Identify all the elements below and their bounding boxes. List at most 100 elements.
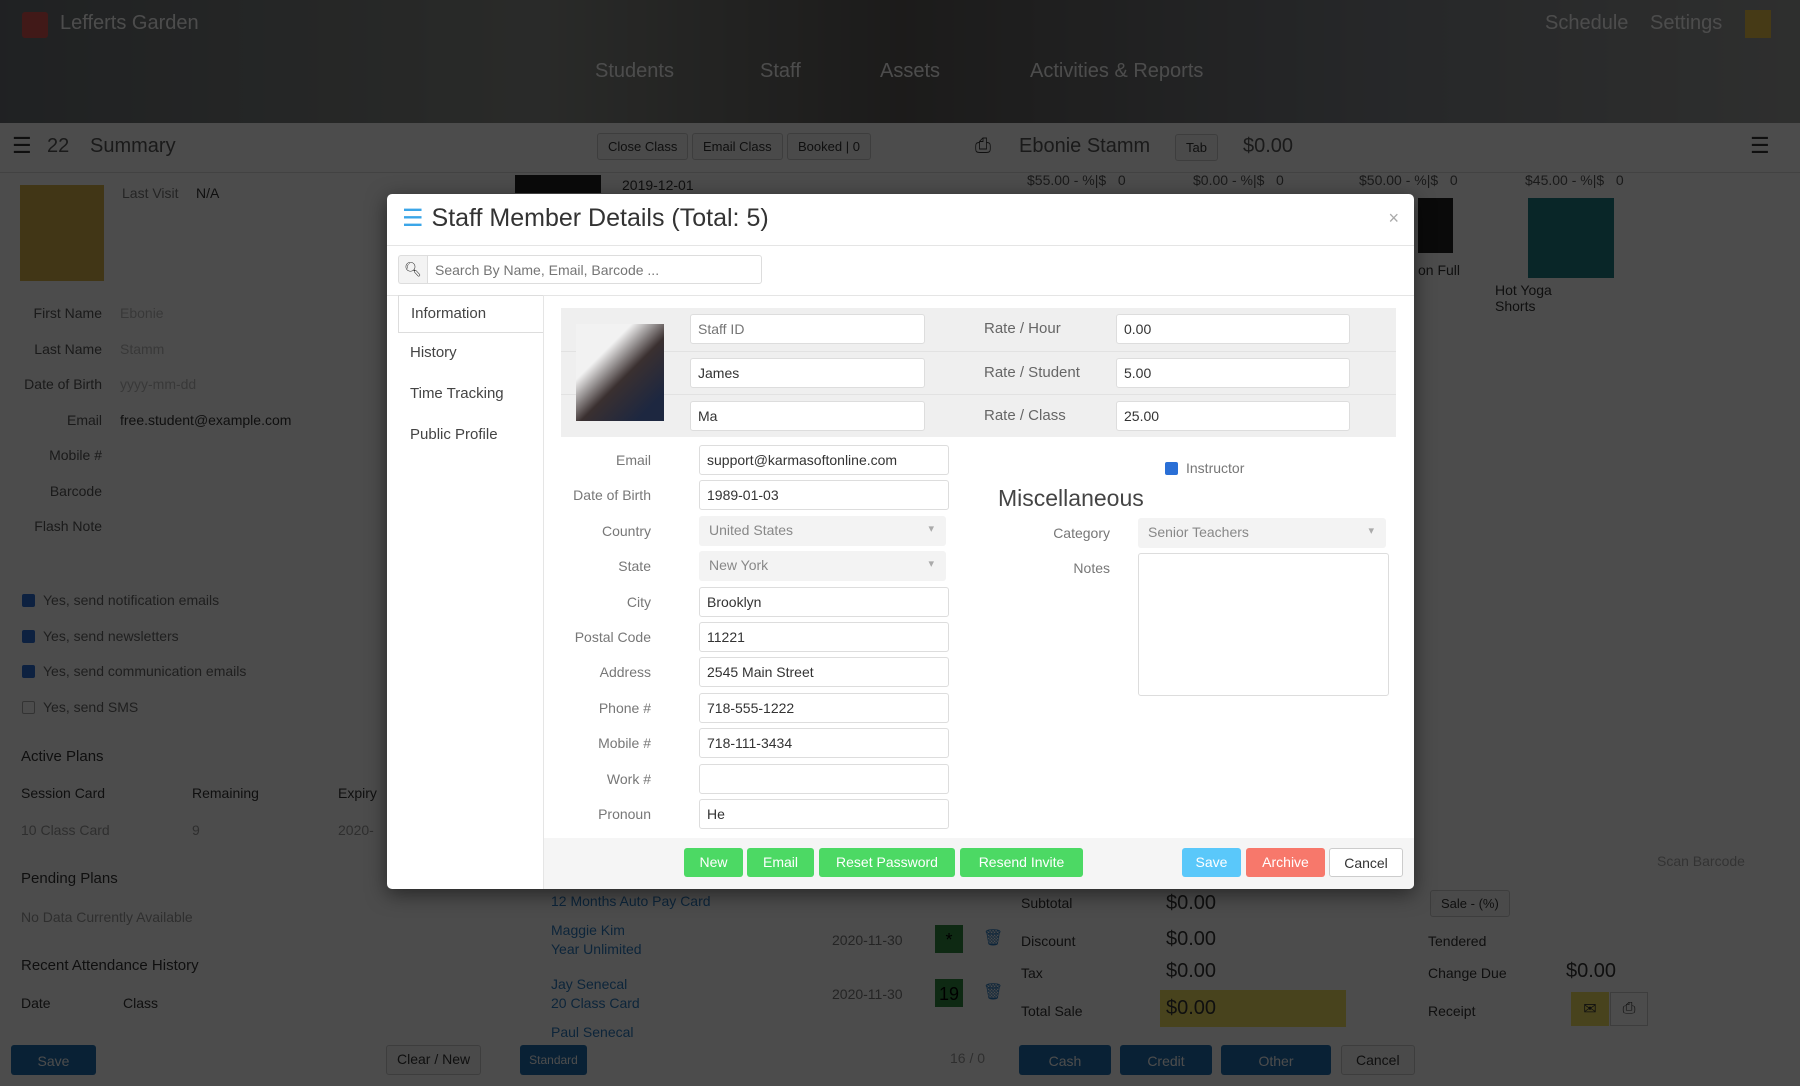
category-label: Category: [1053, 525, 1110, 541]
resend-invite-button[interactable]: Resend Invite: [960, 848, 1083, 877]
work-input[interactable]: [699, 763, 949, 794]
price-item[interactable]: $50.00 - %|$ 0: [1359, 172, 1458, 188]
scan-barcode-input[interactable]: Scan Barcode: [1657, 853, 1745, 869]
print-icon[interactable]: ⎙: [975, 135, 991, 158]
staff-search-input[interactable]: [427, 255, 762, 284]
category-select[interactable]: Senior Teachers: [1138, 518, 1386, 548]
price-item[interactable]: $55.00 - %|$ 0: [1027, 172, 1126, 188]
instructor-checkbox[interactable]: Instructor: [1165, 460, 1244, 476]
pos-cancel-button[interactable]: Cancel: [1341, 1045, 1415, 1075]
mobile-input[interactable]: 718-111-3434: [699, 728, 949, 759]
class-list-name[interactable]: Paul Senecal: [551, 1024, 634, 1040]
staff-id-input[interactable]: [690, 314, 925, 344]
first-name-input[interactable]: James: [690, 358, 925, 388]
last-name-input[interactable]: Ma: [690, 401, 925, 431]
close-icon[interactable]: ×: [1388, 208, 1399, 229]
checkbox-icon[interactable]: [22, 594, 35, 607]
remaining-badge[interactable]: *: [935, 925, 963, 953]
class-list-name[interactable]: Jay Senecal: [551, 976, 627, 992]
location-dropdown[interactable]: Lefferts Garden: [60, 12, 199, 35]
date-of-birth-input[interactable]: 1989-01-03: [699, 480, 949, 511]
menu-icon[interactable]: ☰: [12, 133, 32, 159]
rate-input[interactable]: 0.00: [1116, 314, 1350, 344]
email-class-button[interactable]: Email Class: [692, 133, 783, 160]
class-list-plan[interactable]: Year Unlimited: [551, 941, 642, 957]
user-avatar[interactable]: [1745, 10, 1771, 38]
last-visit-value: N/A: [196, 185, 220, 201]
field-label: Postal Code: [574, 629, 651, 645]
product-name[interactable]: on Full: [1418, 262, 1460, 278]
sale-percent-button[interactable]: Sale - (%): [1430, 890, 1510, 917]
nav-assets[interactable]: Assets: [880, 60, 940, 83]
rate-input[interactable]: 5.00: [1116, 357, 1350, 388]
rate-input[interactable]: 25.00: [1116, 401, 1350, 431]
cancel-button[interactable]: Cancel: [1329, 848, 1403, 877]
other-button[interactable]: Other: [1221, 1045, 1331, 1075]
close-class-button[interactable]: Close Class: [597, 133, 689, 160]
nav-activities-reports[interactable]: Activities & Reports: [1030, 60, 1203, 83]
price-item[interactable]: $0.00 - %|$ 0: [1193, 172, 1284, 188]
plan-cell: 10 Class Card: [21, 822, 110, 838]
nav-students[interactable]: Students: [595, 60, 674, 83]
pronoun-input[interactable]: He: [699, 799, 949, 829]
menu-right-icon[interactable]: ☰: [1750, 133, 1770, 159]
product-image[interactable]: [1528, 198, 1614, 278]
standard-button[interactable]: Standard: [520, 1045, 587, 1075]
tab-history[interactable]: History: [398, 335, 543, 373]
student-field-value[interactable]: Stamm: [120, 341, 164, 357]
class-list-plan[interactable]: 20 Class Card: [551, 995, 640, 1011]
checkbox-icon[interactable]: [22, 700, 35, 714]
checkbox-icon[interactable]: [22, 665, 35, 678]
settings-dropdown[interactable]: Settings: [1650, 12, 1722, 35]
tab-time-tracking[interactable]: Time Tracking: [398, 376, 543, 414]
email-receipt-icon[interactable]: ✉: [1571, 992, 1609, 1026]
class-list-name[interactable]: Maggie Kim: [551, 922, 625, 938]
search-icon: 🔍︎: [398, 255, 427, 284]
product-name[interactable]: Hot Yoga Shorts: [1495, 282, 1575, 314]
product-image[interactable]: [1418, 198, 1453, 253]
city-input[interactable]: Brooklyn: [699, 586, 949, 617]
clear-new-button[interactable]: Clear / New: [386, 1045, 482, 1075]
checkbox-icon[interactable]: [22, 629, 35, 643]
new-button[interactable]: New: [684, 848, 743, 877]
cash-button[interactable]: Cash: [1019, 1045, 1111, 1075]
student-save-button[interactable]: Save: [11, 1045, 96, 1075]
student-option-checkbox[interactable]: Yes, send notification emails: [22, 592, 219, 608]
save-button[interactable]: Save: [1182, 848, 1241, 877]
class-list-name[interactable]: 12 Months Auto Pay Card: [551, 893, 711, 909]
remaining-badge[interactable]: 19: [935, 979, 963, 1007]
price-item[interactable]: $45.00 - %|$ 0: [1525, 172, 1624, 188]
schedule-link[interactable]: Schedule: [1545, 12, 1628, 35]
print-receipt-icon[interactable]: ⎙: [1610, 992, 1648, 1026]
reset-password-button[interactable]: Reset Password: [819, 848, 955, 877]
student-option-checkbox[interactable]: Yes, send newsletters: [22, 628, 179, 644]
student-field-value[interactable]: yyyy-mm-dd: [120, 376, 196, 392]
address-input[interactable]: 2545 Main Street: [699, 657, 949, 688]
secondary-toolbar: ☰ 22 Summary Close Class Email Class Boo…: [0, 123, 1800, 173]
student-option-checkbox[interactable]: Yes, send communication emails: [22, 663, 246, 679]
student-field-value[interactable]: Ebonie: [120, 305, 164, 321]
booked-button[interactable]: Booked | 0: [787, 133, 871, 160]
state-select[interactable]: New York: [699, 551, 946, 582]
nav-staff[interactable]: Staff: [760, 60, 801, 83]
credit-button[interactable]: Credit: [1120, 1045, 1212, 1075]
customer-balance: $0.00: [1243, 135, 1294, 157]
email-button[interactable]: Email: [747, 848, 814, 877]
staff-photo[interactable]: [576, 324, 664, 421]
country-select[interactable]: United States: [699, 515, 946, 546]
student-option-checkbox[interactable]: Yes, send SMS: [22, 699, 138, 715]
student-field-label: First Name: [33, 305, 102, 321]
tab-button[interactable]: Tab: [1175, 134, 1218, 161]
tab-information[interactable]: Information: [398, 295, 543, 333]
archive-button[interactable]: Archive: [1246, 848, 1325, 877]
tab-public-profile[interactable]: Public Profile: [398, 417, 543, 455]
trash-icon[interactable]: 🗑︎: [983, 928, 1003, 948]
student-field-value[interactable]: free.student@example.com: [120, 412, 291, 428]
trash-icon[interactable]: 🗑︎: [983, 982, 1003, 1002]
postal-code-input[interactable]: 11221: [699, 622, 949, 652]
phone-input[interactable]: 718-555-1222: [699, 692, 949, 723]
instructor-label: Instructor: [1186, 460, 1245, 476]
checkbox-checked-icon[interactable]: [1165, 462, 1178, 475]
email-input[interactable]: support@karmasoftonline.com: [699, 445, 949, 475]
notes-textarea[interactable]: [1138, 553, 1389, 696]
